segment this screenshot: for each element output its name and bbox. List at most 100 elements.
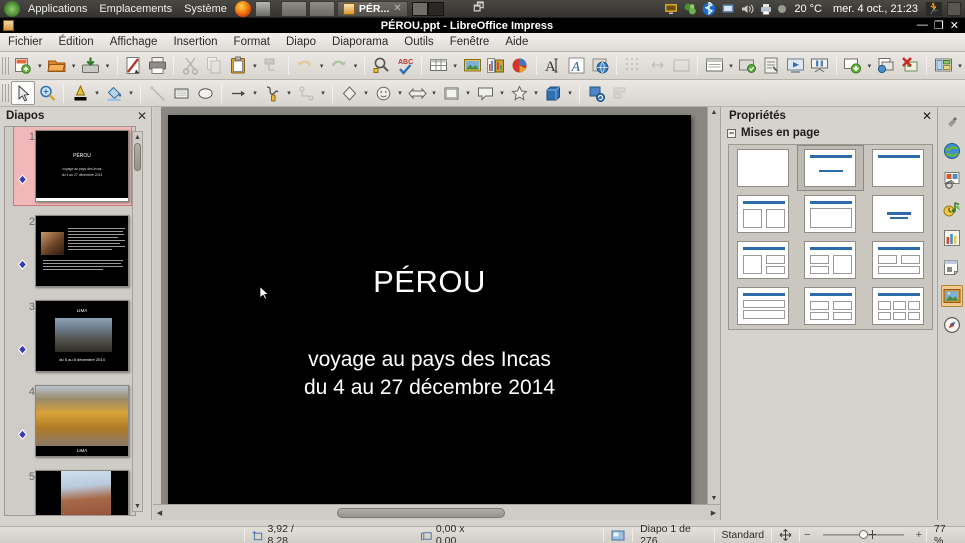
slide-thumbnail-5[interactable]: 5 xyxy=(5,467,135,515)
connector-dropdown[interactable]: ▾ xyxy=(318,81,328,105)
canvas-scroll-left-icon[interactable]: ◀ xyxy=(153,505,166,520)
network-monitor-icon[interactable] xyxy=(664,2,678,16)
image-button[interactable] xyxy=(460,54,484,78)
table-button[interactable] xyxy=(426,54,450,78)
sidebar-tab-navigator[interactable] xyxy=(941,314,963,336)
clone-formatting-button[interactable] xyxy=(260,54,284,78)
fill-color-dropdown[interactable]: ▾ xyxy=(126,81,136,105)
menu-fenetre[interactable]: Fenêtre xyxy=(442,33,498,51)
zoom-tool[interactable] xyxy=(35,81,59,105)
menu-edition[interactable]: Édition xyxy=(51,33,102,51)
block-arrows-tool[interactable] xyxy=(405,81,429,105)
new-document-button[interactable] xyxy=(11,54,35,78)
ellipse-tool[interactable] xyxy=(193,81,217,105)
master-slide-button[interactable] xyxy=(702,54,726,78)
slides-scroll-area[interactable]: 1 PÉROU voyage au pays des Incas du 4 au… xyxy=(4,126,136,516)
messaging-icon[interactable] xyxy=(721,2,735,16)
layout-title-content-block[interactable] xyxy=(796,191,865,237)
undo-button[interactable] xyxy=(293,54,317,78)
layout-title-two-content[interactable] xyxy=(729,191,797,237)
print-button[interactable] xyxy=(145,54,169,78)
chart-button[interactable] xyxy=(484,54,508,78)
selection-mode-icon[interactable] xyxy=(611,530,625,541)
sidebar-tab-gallery[interactable] xyxy=(940,285,963,307)
paste-dropdown[interactable]: ▾ xyxy=(250,54,260,78)
callouts-dropdown[interactable]: ▾ xyxy=(497,81,507,105)
sidebar-tab-styles[interactable] xyxy=(941,256,963,278)
sidebar-tab-master-slides[interactable] xyxy=(941,169,963,191)
3d-objects-dropdown[interactable]: ▾ xyxy=(565,81,575,105)
task-close-icon[interactable]: ✕ xyxy=(393,3,401,14)
text-box-button[interactable]: A xyxy=(541,54,565,78)
copy-button[interactable] xyxy=(202,54,226,78)
block-arrows-dropdown[interactable]: ▾ xyxy=(429,81,439,105)
connector-tool[interactable] xyxy=(294,81,318,105)
redo-dropdown[interactable]: ▾ xyxy=(351,54,361,78)
layout-blank[interactable] xyxy=(729,145,797,191)
layout-title-content[interactable] xyxy=(796,145,865,191)
save-document-button[interactable] xyxy=(79,54,103,78)
slide-thumbnail-4[interactable]: 4 LIMA xyxy=(5,382,135,467)
slide-2-transition-icon[interactable] xyxy=(17,259,28,270)
layouts-section-header[interactable]: − Mises en page xyxy=(721,125,937,142)
status-fit-slide-cell[interactable] xyxy=(772,528,799,543)
printer-icon[interactable] xyxy=(759,2,773,16)
layout-title-left-two-right[interactable] xyxy=(796,237,865,283)
slide-layout-dropdown[interactable]: ▾ xyxy=(955,54,965,78)
slide-thumbnail-2[interactable]: 2 xyxy=(5,212,135,297)
layout-title-two-right-split[interactable] xyxy=(729,237,797,283)
layout-title-three-rows[interactable] xyxy=(729,283,797,329)
select-tool[interactable] xyxy=(11,81,35,105)
slide-canvas[interactable]: PÉROU voyage au pays des Incas du 4 au 2… xyxy=(168,115,691,508)
sidebar-settings-icon[interactable] xyxy=(941,111,963,133)
export-pdf-button[interactable] xyxy=(122,54,146,78)
window-maximize-button[interactable]: ❐ xyxy=(934,19,944,32)
slides-panel-scrollbar[interactable]: ▲ ▼ xyxy=(132,131,143,512)
layout-centered-text[interactable] xyxy=(864,191,932,237)
toolbar-grip[interactable] xyxy=(2,84,9,102)
fontwork-button[interactable]: A xyxy=(565,54,589,78)
display-icon[interactable] xyxy=(254,0,271,17)
paste-button[interactable] xyxy=(226,54,250,78)
symbol-shapes-tool[interactable] xyxy=(371,81,395,105)
table-dropdown[interactable]: ▾ xyxy=(450,54,460,78)
zoom-slider-handle[interactable] xyxy=(858,530,868,539)
gnome-menu-emplacements[interactable]: Emplacements xyxy=(93,0,178,18)
slide-layout-button[interactable] xyxy=(931,54,955,78)
new-document-dropdown[interactable]: ▾ xyxy=(35,54,45,78)
line-tool[interactable] xyxy=(145,81,169,105)
update-icon[interactable] xyxy=(683,2,697,16)
open-document-dropdown[interactable]: ▾ xyxy=(69,54,79,78)
menu-diapo[interactable]: Diapo xyxy=(278,33,324,51)
fill-color-tool[interactable] xyxy=(102,81,126,105)
save-document-dropdown[interactable]: ▾ xyxy=(103,54,113,78)
delete-slide-button[interactable] xyxy=(898,54,922,78)
slides-scroll-thumb[interactable] xyxy=(134,143,141,171)
stars-tool[interactable] xyxy=(507,81,531,105)
zoom-out-button[interactable]: − xyxy=(800,529,814,541)
flowchart-tool[interactable] xyxy=(439,81,463,105)
new-slide-dropdown[interactable]: ▾ xyxy=(864,54,874,78)
menu-outils[interactable]: Outils xyxy=(396,33,441,51)
window-switch-icon[interactable]: 🗗 xyxy=(473,0,484,19)
window-close-button[interactable]: ✕ xyxy=(950,19,959,32)
sidebar-tab-slide-transition[interactable] xyxy=(941,227,963,249)
snap-grid-button[interactable] xyxy=(645,54,669,78)
undo-dropdown[interactable]: ▾ xyxy=(317,54,327,78)
workspace-2[interactable] xyxy=(427,1,444,16)
slide-title-text[interactable]: PÉROU xyxy=(169,264,690,300)
symbol-shapes-dropdown[interactable]: ▾ xyxy=(395,81,405,105)
workspace-switcher[interactable] xyxy=(411,1,444,16)
callouts-tool[interactable] xyxy=(473,81,497,105)
cut-button[interactable] xyxy=(178,54,202,78)
clock-label[interactable]: mer. 4 oct., 21:23 xyxy=(830,3,921,15)
layout-title-two-top-one-bottom[interactable] xyxy=(864,237,932,283)
hyperlink-button[interactable] xyxy=(589,54,613,78)
canvas-scroll-down-icon[interactable]: ▼ xyxy=(708,493,720,504)
toolbar-grip[interactable] xyxy=(2,56,9,75)
display-grid-button[interactable] xyxy=(621,54,645,78)
fit-slide-icon[interactable] xyxy=(779,529,792,541)
slide-subtitle-line-2[interactable]: du 4 au 27 décembre 2014 xyxy=(169,376,690,400)
line-color-tool[interactable] xyxy=(68,81,92,105)
rectangle-tool[interactable] xyxy=(169,81,193,105)
